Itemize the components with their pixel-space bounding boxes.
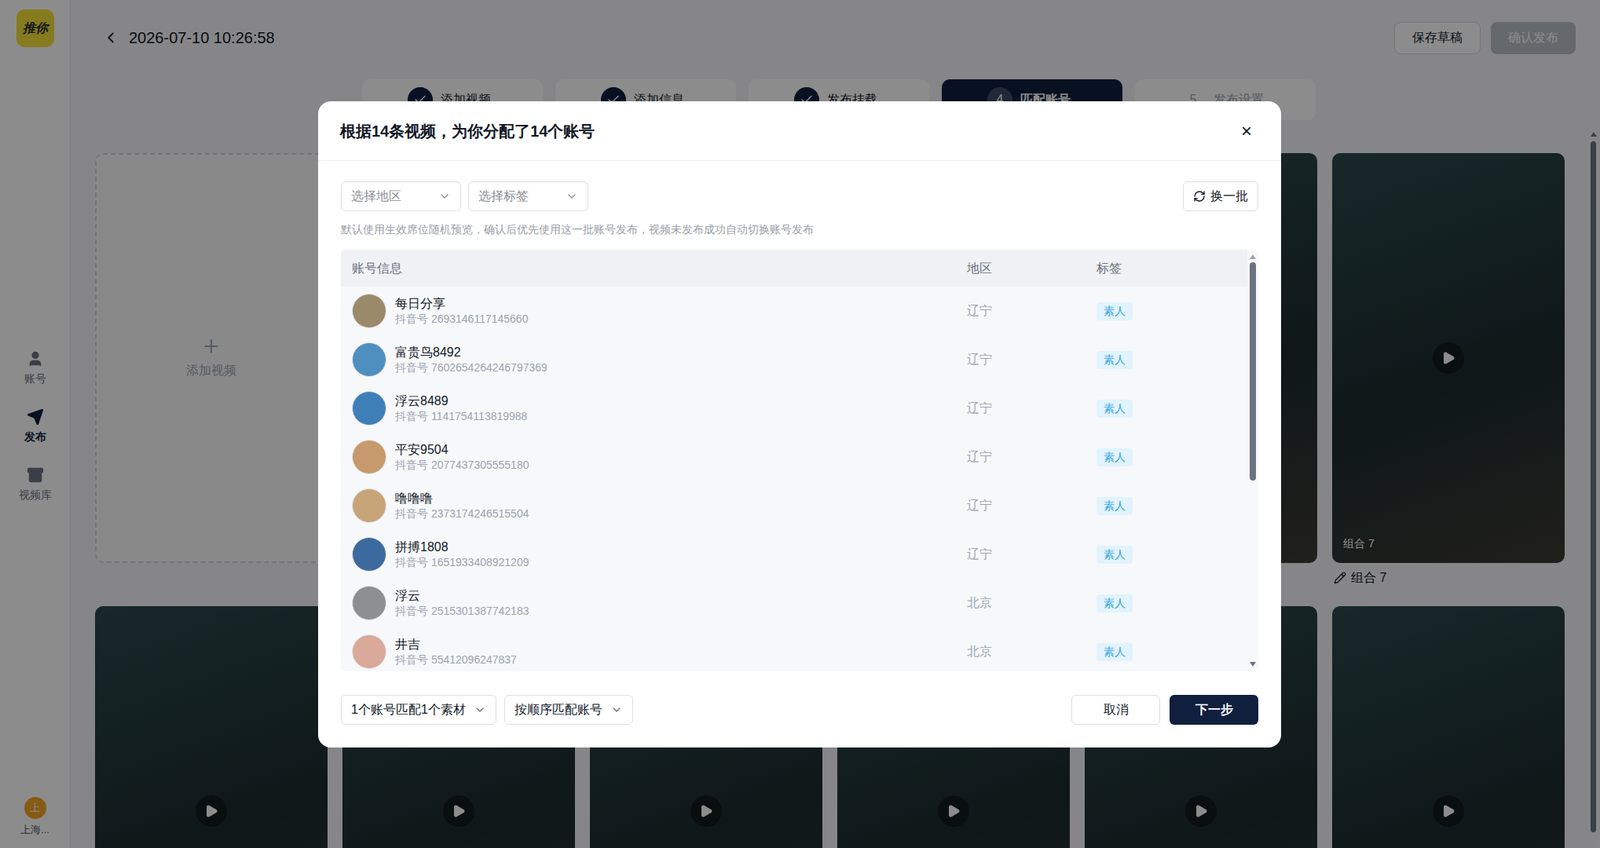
table-row[interactable]: 噜噜噜抖音号 2373174246515504辽宁素人 bbox=[340, 481, 1248, 531]
tag: 素人 bbox=[1096, 448, 1133, 467]
chevron-down-icon bbox=[438, 190, 451, 203]
tag: 素人 bbox=[1096, 497, 1133, 516]
close-button[interactable]: × bbox=[1235, 120, 1258, 143]
table-header: 账号信息地区标签 bbox=[340, 249, 1248, 287]
chevron-down-icon bbox=[473, 703, 487, 717]
table-row[interactable]: 浮云8489抖音号 1141754113819988辽宁素人 bbox=[340, 384, 1248, 433]
match-select[interactable]: 1个账号匹配1个素材 bbox=[340, 695, 497, 725]
account-avatar bbox=[351, 585, 387, 621]
filter-select[interactable]: 选择地区 bbox=[340, 181, 462, 212]
scroll-thumb[interactable] bbox=[1249, 262, 1256, 481]
table-row[interactable]: 平安9504抖音号 2077437305555180辽宁素人 bbox=[340, 432, 1248, 482]
tag: 素人 bbox=[1096, 351, 1133, 370]
table-row[interactable]: 井吉抖音号 55412096247837北京素人 bbox=[340, 627, 1248, 672]
app: 推你账号发布视频库上上海...2026-07-10 10:26:58保存草稿确认… bbox=[0, 0, 1600, 848]
tag: 素人 bbox=[1096, 399, 1133, 418]
refresh-button[interactable]: 换一批 bbox=[1182, 181, 1259, 212]
chevron-down-icon bbox=[565, 190, 579, 203]
cancel-button[interactable]: 取消 bbox=[1071, 695, 1161, 725]
chevron-down-icon bbox=[610, 703, 623, 717]
match-dialog: 根据14条视频，为你分配了14个账号 × 选择地区选择标签 换一批默认使用生效席位随机… bbox=[318, 101, 1282, 748]
tag: 素人 bbox=[1096, 594, 1133, 613]
tag: 素人 bbox=[1096, 545, 1133, 564]
dialog-footer: 1个账号匹配1个素材按顺序匹配账号 取消下一步 bbox=[340, 671, 1259, 748]
account-avatar bbox=[351, 537, 387, 572]
account-avatar bbox=[351, 391, 387, 426]
tag: 素人 bbox=[1096, 643, 1133, 662]
table-scrollbar[interactable] bbox=[1247, 249, 1259, 672]
match-select[interactable]: 按顺序匹配账号 bbox=[504, 695, 634, 725]
filter-bar: 选择地区选择标签 换一批 bbox=[340, 181, 1259, 212]
table-row[interactable]: 浮云抖音号 2515301387742183北京素人 bbox=[340, 578, 1248, 628]
dialog-title: 根据14条视频，为你分配了14个账号 bbox=[340, 119, 596, 143]
column-header: 标签 bbox=[1096, 259, 1237, 279]
refresh-icon bbox=[1193, 190, 1206, 203]
column-header: 地区 bbox=[966, 259, 1097, 279]
next-button[interactable]: 下一步 bbox=[1169, 695, 1259, 725]
hint: 默认使用生效席位随机预览，确认后优先使用这一批账号发布，视频未发布成功自动切换账… bbox=[340, 221, 1259, 238]
account-avatar bbox=[351, 488, 387, 524]
account-avatar bbox=[351, 634, 387, 670]
account-avatar bbox=[351, 439, 387, 475]
tag: 素人 bbox=[1096, 302, 1133, 321]
account-table: 账号信息地区标签每日分享抖音号 2693146117145660辽宁素人富贵鸟8… bbox=[340, 249, 1259, 672]
account-avatar bbox=[351, 293, 387, 329]
table-row[interactable]: 每日分享抖音号 2693146117145660辽宁素人 bbox=[340, 286, 1248, 336]
dialog-header: 根据14条视频，为你分配了14个账号 × bbox=[318, 101, 1282, 162]
account-avatar bbox=[351, 342, 387, 378]
filter-select[interactable]: 选择标签 bbox=[468, 181, 589, 212]
table-row[interactable]: 拼搏1808抖音号 1651933408921209辽宁素人 bbox=[340, 530, 1248, 579]
column-header: 账号信息 bbox=[351, 259, 967, 279]
table-row[interactable]: 富贵鸟8492抖音号 7602654264246797369辽宁素人 bbox=[340, 335, 1248, 385]
